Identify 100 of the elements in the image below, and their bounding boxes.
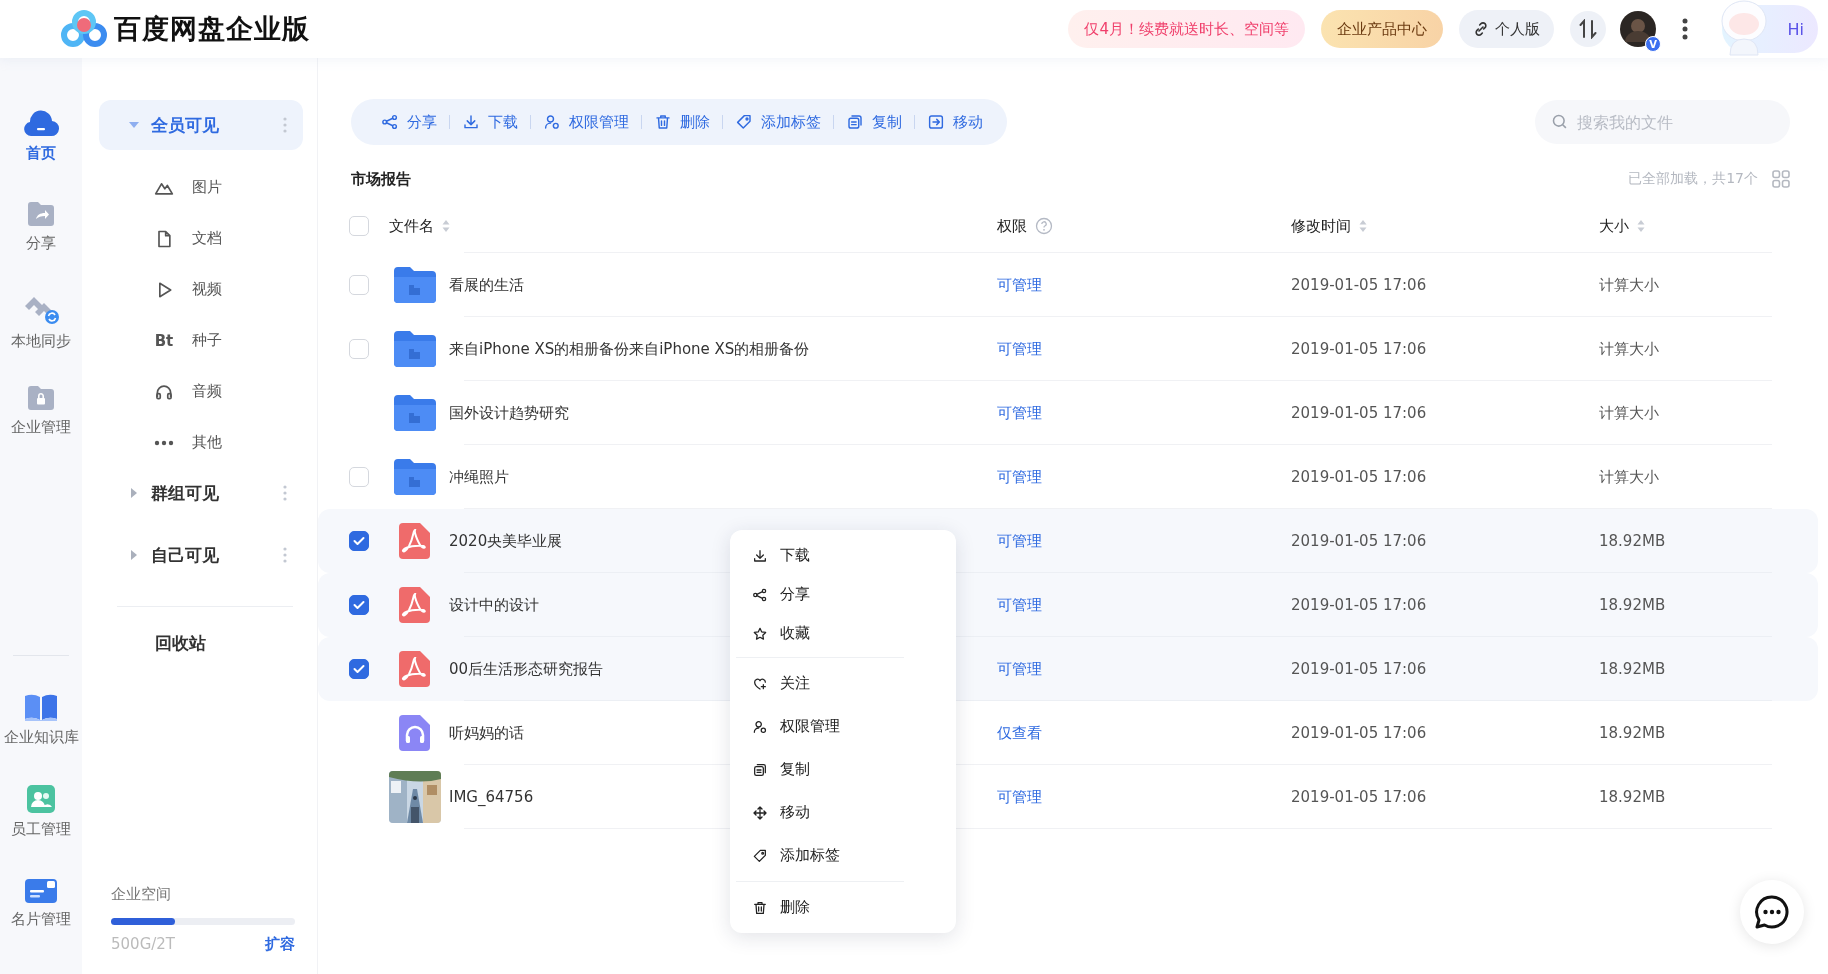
move-icon — [927, 113, 945, 131]
pdf-icon — [399, 650, 431, 688]
file-size: 计算大小 — [1599, 403, 1660, 423]
menu-item[interactable]: 权限管理 — [730, 705, 956, 748]
permission-link[interactable]: 可管理 — [997, 659, 1042, 679]
toolbar-button[interactable]: 移动 — [915, 112, 995, 132]
expand-link[interactable]: 扩容 — [265, 935, 295, 954]
sidebar-item[interactable]: 音频 — [99, 366, 303, 417]
download-icon — [462, 113, 480, 131]
permission-link[interactable]: 可管理 — [997, 339, 1042, 359]
toolbar-button[interactable]: 添加标签 — [723, 112, 833, 132]
modified-time: 2019-01-05 17:06 — [1291, 724, 1428, 742]
sidebar-item[interactable]: 其他 — [99, 417, 303, 468]
search-field[interactable]: 搜索我的文件 — [1535, 100, 1790, 144]
sidebar-group[interactable]: 自己可见 — [99, 530, 303, 580]
folder-title: 市场报告 — [351, 169, 411, 189]
load-status: 已全部加载，共17个 — [1628, 170, 1758, 188]
copy-icon — [752, 761, 768, 778]
column-header: 权限 — [997, 216, 1027, 236]
menu-item[interactable]: 移动 — [730, 791, 956, 834]
folder-icon — [392, 393, 438, 433]
column-header: 大小 — [1599, 216, 1629, 236]
column-header: 文件名 — [389, 216, 434, 236]
caret-icon — [129, 488, 139, 498]
permission-link[interactable]: 可管理 — [997, 403, 1042, 423]
file-size: 18.92MB — [1599, 660, 1667, 678]
sidebar-group[interactable]: 全员可见 — [99, 100, 303, 150]
grid-view-button[interactable] — [1772, 170, 1790, 188]
transfer-button[interactable] — [1570, 11, 1606, 47]
copy-icon — [846, 113, 864, 131]
sidebar-item[interactable]: 视频 — [99, 264, 303, 315]
more-vertical-icon[interactable] — [1682, 18, 1688, 40]
row-checkbox[interactable] — [349, 659, 369, 679]
modified-time: 2019-01-05 17:06 — [1291, 788, 1428, 806]
file-size: 计算大小 — [1599, 339, 1660, 359]
toolbar-button[interactable]: 删除 — [642, 112, 722, 132]
select-all-checkbox[interactable] — [349, 216, 369, 236]
toolbar-button[interactable]: 下载 — [450, 112, 530, 132]
pdf-icon — [399, 522, 431, 560]
permission-link[interactable]: 仅查看 — [997, 723, 1042, 743]
permission-link[interactable]: 可管理 — [997, 787, 1042, 807]
storage-label: 企业空间 — [111, 885, 172, 904]
file-name: 00后生活形态研究报告 — [449, 659, 604, 679]
modified-time: 2019-01-05 17:06 — [1291, 340, 1428, 358]
menu-item[interactable]: 关注 — [730, 662, 956, 705]
star-icon — [752, 625, 768, 642]
file-name: 来自iPhone XS的相册备份来自iPhone XS的相册备份 — [449, 339, 810, 359]
sort-icon[interactable] — [1359, 219, 1367, 233]
menu-item[interactable]: 删除 — [730, 886, 956, 929]
people-icon — [26, 784, 56, 814]
promo-button[interactable]: 仅4月！续费就送时长、空间等 — [1068, 10, 1305, 48]
row-checkbox[interactable] — [349, 595, 369, 615]
folder-icon — [392, 329, 438, 369]
book-icon — [23, 692, 59, 722]
folder-share-icon — [25, 200, 57, 228]
permission-link[interactable]: 可管理 — [997, 467, 1042, 487]
toolbar-button[interactable]: 复制 — [834, 112, 914, 132]
menu-item[interactable]: 复制 — [730, 748, 956, 791]
transfer-icon — [1579, 19, 1597, 39]
verified-badge: V — [1645, 36, 1661, 52]
storage-usage: 500G/2T — [111, 935, 175, 954]
nav-item[interactable]: 员工管理 — [0, 784, 82, 876]
search-icon — [1551, 113, 1568, 130]
permission-link[interactable]: 可管理 — [997, 595, 1042, 615]
nav-item[interactable]: 本地同步 — [0, 292, 82, 384]
help-icon[interactable] — [1035, 217, 1053, 235]
row-checkbox[interactable] — [349, 531, 369, 551]
menu-item[interactable]: 分享 — [730, 575, 956, 614]
nav-item[interactable]: 分享 — [0, 200, 82, 292]
torrent-icon: Bt — [154, 331, 174, 350]
share-icon — [752, 586, 768, 603]
nav-item[interactable]: 企业知识库 — [0, 692, 82, 784]
nav-item[interactable]: 名片管理 — [0, 876, 82, 968]
toolbar-button[interactable]: 分享 — [369, 112, 449, 132]
file-size: 18.92MB — [1599, 532, 1667, 550]
menu-item[interactable]: 添加标签 — [730, 834, 956, 877]
modified-time: 2019-01-05 17:06 — [1291, 404, 1428, 422]
logo-icon — [60, 9, 108, 49]
pdf-icon — [399, 586, 431, 624]
sidebar-item[interactable]: Bt 种子 — [99, 315, 303, 366]
sidebar-item[interactable]: 图片 — [99, 162, 303, 213]
menu-item[interactable]: 收藏 — [730, 614, 956, 653]
file-name: 国外设计趋势研究 — [449, 403, 569, 423]
sidebar-group[interactable]: 群组可见 — [99, 468, 303, 518]
nav-item[interactable]: 首页 — [0, 108, 82, 200]
product-center-button[interactable]: 企业产品中心 — [1321, 10, 1443, 48]
modified-time: 2019-01-05 17:06 — [1291, 276, 1428, 294]
cloud-icon — [23, 108, 59, 138]
sort-icon[interactable] — [1637, 219, 1645, 233]
file-name: IMG_64756 — [449, 788, 534, 806]
permission-link[interactable]: 可管理 — [997, 275, 1042, 295]
permission-link[interactable]: 可管理 — [997, 531, 1042, 551]
sort-icon[interactable] — [442, 219, 450, 233]
recycle-bin-item[interactable]: 回收站 — [99, 621, 303, 665]
sidebar-item[interactable]: 文档 — [99, 213, 303, 264]
file-size: 计算大小 — [1599, 275, 1660, 295]
menu-item[interactable]: 下载 — [730, 536, 956, 575]
personal-edition-button[interactable]: 个人版 — [1459, 10, 1554, 48]
toolbar-button[interactable]: 权限管理 — [531, 112, 641, 132]
nav-item[interactable]: 企业管理 — [0, 384, 82, 476]
